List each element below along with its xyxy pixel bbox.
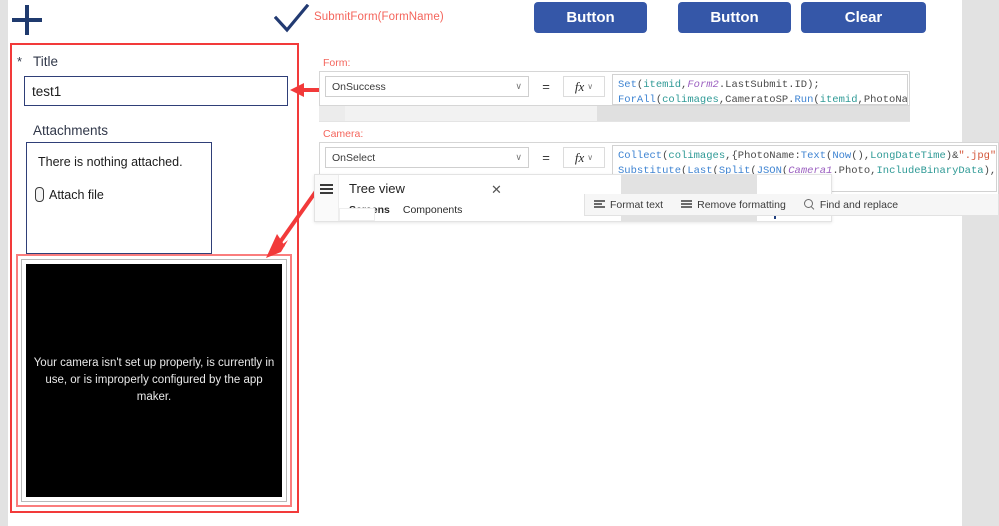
chevron-down-icon: ∨ xyxy=(515,152,522,162)
chevron-down-icon: ∨ xyxy=(515,81,522,91)
fx-label: fx xyxy=(574,149,585,165)
submitform-annotation: SubmitForm(FormName) xyxy=(314,11,444,23)
remove-formatting-label: Remove formatting xyxy=(697,198,786,211)
button-2[interactable]: Button xyxy=(678,2,791,33)
camera-equals-sign: = xyxy=(542,150,550,165)
form-section-label: Form: xyxy=(323,57,351,69)
format-text-button[interactable]: Format text xyxy=(594,199,663,211)
checkmark-icon[interactable] xyxy=(274,4,310,34)
form-formula-bar: OnSuccess ∨ = fx ∨ Set(itemid,Form2.Last… xyxy=(319,71,910,106)
tab-components[interactable]: Components xyxy=(403,204,463,216)
underlay-right xyxy=(597,106,910,121)
annotation-inner-rectangle xyxy=(16,254,292,507)
format-text-icon xyxy=(594,200,605,209)
camera-property-select[interactable]: OnSelect ∨ xyxy=(325,147,529,168)
camera-property-value: OnSelect xyxy=(332,151,376,164)
fx-label: fx xyxy=(574,78,585,94)
remove-formatting-button[interactable]: Remove formatting xyxy=(681,199,786,211)
form-bar-underlay xyxy=(319,106,910,122)
screenshot-root: SubmitForm(FormName) Button Button Clear… xyxy=(0,0,999,526)
hamburger-icon[interactable] xyxy=(320,184,333,194)
clear-button[interactable]: Clear xyxy=(801,2,926,33)
formula-format-toolbar: Format text Remove formatting Find and r… xyxy=(584,194,999,216)
add-icon[interactable] xyxy=(11,4,43,36)
format-text-label: Format text xyxy=(610,198,664,211)
camera-fx-button[interactable]: fx ∨ xyxy=(563,147,605,168)
form-fx-button[interactable]: fx ∨ xyxy=(563,76,605,97)
find-and-replace-label: Find and replace xyxy=(819,198,899,211)
chevron-down-icon: ∨ xyxy=(587,82,594,91)
chevron-down-icon: ∨ xyxy=(587,153,594,162)
tree-view-item-placeholder xyxy=(339,208,375,221)
tree-view-rail xyxy=(315,175,339,221)
remove-formatting-icon xyxy=(681,200,693,209)
form-property-select[interactable]: OnSuccess ∨ xyxy=(325,76,529,97)
button-1[interactable]: Button xyxy=(534,2,647,33)
tree-view-title: Tree view xyxy=(349,181,405,196)
search-icon xyxy=(803,199,815,210)
form-property-value: OnSuccess xyxy=(332,80,386,93)
form-equals-sign: = xyxy=(542,79,550,94)
underlay-left xyxy=(319,106,345,121)
camera-section-label: Camera: xyxy=(323,128,364,140)
form-formula-text[interactable]: Set(itemid,Form2.LastSubmit.ID); ForAll(… xyxy=(612,74,908,105)
find-and-replace-button[interactable]: Find and replace xyxy=(803,198,899,211)
close-icon[interactable]: ✕ xyxy=(491,182,502,198)
